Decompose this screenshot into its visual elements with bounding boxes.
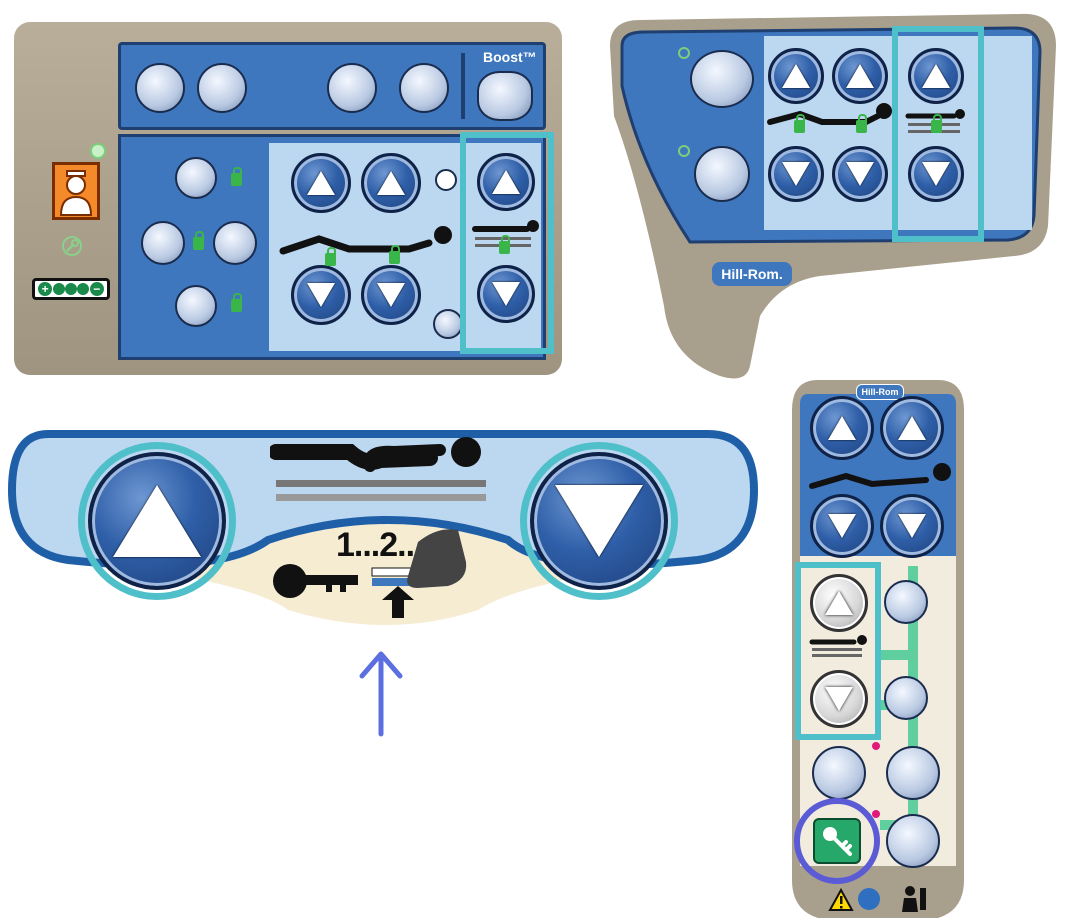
right-patient-icon — [767, 103, 892, 125]
top-function-strip: Boost™ — [118, 42, 546, 130]
lock-icon — [389, 245, 400, 264]
hillrom-logo: Hill-Rom. — [712, 262, 792, 286]
trendelenburg-icon[interactable] — [327, 63, 377, 113]
highlight-pendant-bed-height — [795, 562, 881, 740]
status-led — [90, 143, 106, 159]
seated-patient-icon[interactable] — [694, 146, 750, 202]
knee-down-button[interactable] — [361, 265, 421, 325]
lock-icon — [193, 231, 204, 250]
cpr-icon[interactable] — [197, 63, 247, 113]
bed-exit-icon[interactable] — [690, 50, 754, 108]
patient-bed-icon — [279, 226, 452, 255]
key-icon — [823, 827, 852, 856]
pendant-chair-icon[interactable] — [884, 580, 928, 624]
pendant-trend-icon[interactable] — [886, 746, 940, 800]
foot-lockout-icon[interactable] — [175, 285, 217, 327]
battery-indicator: + − — [32, 278, 110, 300]
eject-icon — [435, 169, 457, 191]
siderail-panel-left: + − Boost™ — [14, 22, 562, 375]
lock-icon — [231, 167, 242, 186]
pendant-magenta-dot — [872, 742, 880, 750]
right-knee-up-button[interactable] — [832, 48, 888, 104]
lock-icon — [856, 114, 867, 133]
right-led-bottom — [678, 145, 690, 157]
battery-dot — [77, 283, 90, 295]
strip-divider — [461, 53, 465, 119]
right-head-down-button[interactable] — [768, 146, 824, 202]
reverse-trendelenburg-icon[interactable] — [399, 63, 449, 113]
right-knee-down-button[interactable] — [832, 146, 888, 202]
warning-icon — [828, 888, 854, 911]
pendant-brand: Hill-Rom — [856, 384, 904, 400]
operator-icon — [902, 886, 926, 912]
arrow-up-icon — [359, 651, 403, 737]
key-icon — [273, 564, 358, 598]
pendant-reverse-trend-icon[interactable] — [886, 814, 940, 868]
chair-mode-icon[interactable] — [135, 63, 185, 113]
siderail-panel-right — [610, 13, 1056, 379]
boost-label: Boost™ — [483, 49, 537, 65]
right-led-top — [678, 47, 690, 59]
lockout-button-icon[interactable] — [433, 309, 463, 339]
pendant-head-down-button[interactable] — [810, 494, 874, 558]
manual-icon — [858, 888, 880, 910]
battery-plus: + — [38, 282, 53, 296]
battery-dot — [52, 283, 65, 295]
battery-minus: − — [89, 282, 104, 296]
foot-pedal-icon — [371, 529, 467, 618]
head-up-button[interactable] — [291, 153, 351, 213]
pendant-patient-icon — [809, 463, 951, 489]
nurse-icon[interactable] — [52, 162, 100, 220]
pendant-key-button[interactable] — [813, 818, 861, 864]
boost-icon[interactable] — [477, 71, 533, 121]
lock-icon — [231, 293, 242, 312]
wrench-icon — [62, 236, 82, 256]
head-down-button[interactable] — [291, 265, 351, 325]
highlight-bed-height-left — [460, 132, 554, 354]
lock-icon — [325, 247, 336, 266]
pendant-cpr-icon[interactable] — [884, 676, 928, 720]
lock-icon — [794, 114, 805, 133]
battery-dot — [64, 283, 77, 295]
pendant-knee-down-button[interactable] — [880, 494, 944, 558]
head-up-lockout-icon[interactable] — [175, 157, 217, 199]
pendant-flat-icon[interactable] — [812, 746, 866, 800]
footboard-patient-icon — [270, 437, 486, 501]
knee-right-lockout-icon[interactable] — [213, 221, 257, 265]
pendant-head-up-button[interactable] — [810, 396, 874, 460]
pendant-knee-up-button[interactable] — [880, 396, 944, 460]
footboard-down-button[interactable] — [530, 452, 668, 590]
knee-left-lockout-icon[interactable] — [141, 221, 185, 265]
footboard-up-button[interactable] — [88, 452, 226, 590]
highlight-bed-height-right — [892, 26, 984, 242]
right-head-up-button[interactable] — [768, 48, 824, 104]
knee-up-button[interactable] — [361, 153, 421, 213]
